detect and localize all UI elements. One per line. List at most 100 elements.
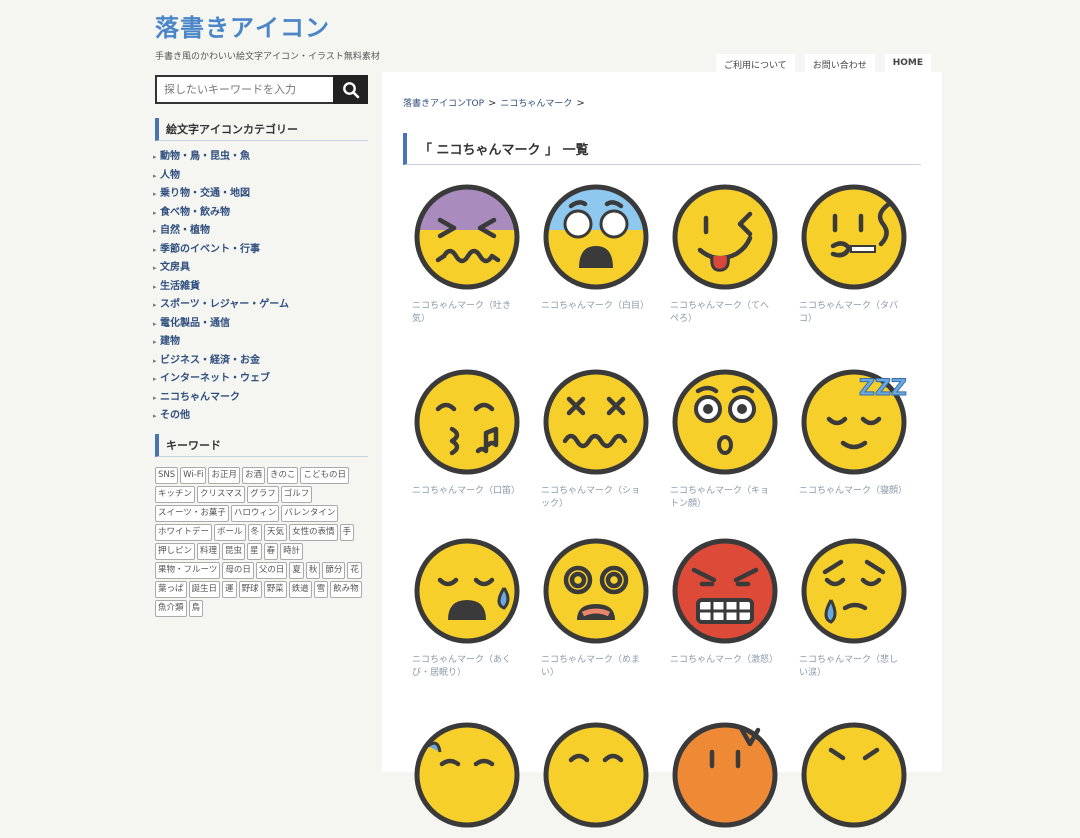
icon-card[interactable] bbox=[541, 720, 651, 838]
category-item[interactable]: ニコちゃんマーク bbox=[153, 389, 368, 408]
keyword-tag[interactable]: 魚介類 bbox=[155, 599, 187, 617]
keyword-tag[interactable]: ハロウィン bbox=[230, 504, 280, 522]
keyword-tag[interactable]: 押しピン bbox=[155, 542, 196, 560]
dizzy-face-icon[interactable] bbox=[541, 536, 651, 646]
icon-card[interactable] bbox=[799, 720, 909, 838]
furious-face-icon[interactable] bbox=[670, 536, 780, 646]
category-item[interactable]: スポーツ・レジャー・ゲーム bbox=[153, 296, 368, 315]
keyword-tag[interactable]: 昆虫 bbox=[222, 542, 246, 560]
category-item[interactable]: 人物 bbox=[153, 167, 368, 186]
crying-face-icon[interactable] bbox=[799, 536, 909, 646]
icon-card[interactable]: ニコちゃんマーク（タバコ） bbox=[799, 182, 909, 326]
keyword-tag[interactable]: 飲み物 bbox=[330, 580, 362, 598]
keyword-tag[interactable]: クリスマス bbox=[197, 485, 246, 503]
icon-card[interactable]: ニコちゃんマーク（めまい） bbox=[541, 536, 651, 680]
smiling-face-icon[interactable] bbox=[541, 720, 651, 830]
icon-card[interactable]: ニコちゃんマーク（悲しい涙） bbox=[799, 536, 909, 680]
keyword-tag[interactable]: お正月 bbox=[208, 466, 240, 484]
icon-card[interactable]: ニコちゃんマーク（激怒） bbox=[670, 536, 780, 667]
sweat-face-icon[interactable] bbox=[412, 720, 522, 830]
keyword-tag[interactable]: 時計 bbox=[280, 542, 304, 560]
category-item[interactable]: 乗り物・交通・地図 bbox=[153, 185, 368, 204]
icon-card[interactable]: ニコちゃんマーク（口笛） bbox=[412, 367, 522, 498]
keyword-tag[interactable]: お酒 bbox=[241, 466, 265, 484]
icon-card[interactable]: ZZZ ニコちゃんマーク（寝顔） bbox=[799, 367, 909, 498]
nauseated-face-icon[interactable] bbox=[412, 182, 522, 292]
whistling-face-icon[interactable] bbox=[412, 367, 522, 477]
keyword-tag[interactable]: ホワイトデー bbox=[155, 523, 213, 541]
icon-caption[interactable]: ニコちゃんマーク（吐き気） bbox=[412, 300, 517, 326]
keyword-tag[interactable]: Wi-Fi bbox=[180, 466, 207, 484]
keyword-tag[interactable]: 野菜 bbox=[263, 580, 287, 598]
breadcrumb-home-link[interactable]: 落書きアイコンTOP bbox=[403, 99, 484, 109]
search-input[interactable] bbox=[155, 75, 333, 104]
keyword-tag[interactable]: ゴルフ bbox=[280, 485, 313, 503]
fearful-face-icon[interactable] bbox=[541, 182, 651, 292]
icon-card[interactable] bbox=[670, 720, 780, 838]
keyword-tag[interactable]: 野球 bbox=[238, 580, 262, 598]
keyword-tag[interactable]: 雪 bbox=[313, 580, 329, 598]
category-item[interactable]: インターネット・ウェブ bbox=[153, 370, 368, 389]
icon-caption[interactable]: ニコちゃんマーク（寝顔） bbox=[799, 485, 907, 498]
breadcrumb-current-link[interactable]: ニコちゃんマーク bbox=[500, 99, 572, 109]
keyword-tag[interactable]: 秋 bbox=[305, 561, 321, 579]
icon-caption[interactable]: ニコちゃんマーク（激怒） bbox=[670, 654, 778, 667]
icon-card[interactable]: ニコちゃんマーク（あくび・居眠り） bbox=[412, 536, 522, 680]
keyword-tag[interactable]: 春 bbox=[263, 542, 279, 560]
icon-caption[interactable]: ニコちゃんマーク（あくび・居眠り） bbox=[412, 654, 517, 680]
sleeping-face-icon[interactable]: ZZZ bbox=[799, 367, 909, 477]
category-item[interactable]: 季節のイベント・行事 bbox=[153, 241, 368, 260]
smoking-face-icon[interactable] bbox=[799, 182, 909, 292]
keyword-tag[interactable]: 冬 bbox=[247, 523, 263, 541]
category-item[interactable]: ビジネス・経済・お金 bbox=[153, 352, 368, 371]
icon-caption[interactable]: ニコちゃんマーク（キョトン顔） bbox=[670, 485, 775, 511]
icon-card[interactable]: ニコちゃんマーク（ショック） bbox=[541, 367, 651, 511]
icon-caption[interactable]: ニコちゃんマーク（口笛） bbox=[412, 485, 520, 498]
keyword-tag[interactable]: 天気 bbox=[264, 523, 288, 541]
keyword-tag[interactable]: 節分 bbox=[322, 561, 346, 579]
squinting-face-icon[interactable] bbox=[799, 720, 909, 830]
angry-orange-face-icon[interactable] bbox=[670, 720, 780, 830]
category-item[interactable]: 動物・鳥・昆虫・魚 bbox=[153, 148, 368, 167]
keyword-tag[interactable]: キッチン bbox=[155, 485, 196, 503]
shocked-face-icon[interactable] bbox=[541, 367, 651, 477]
yawning-face-icon[interactable] bbox=[412, 536, 522, 646]
icon-card[interactable]: ニコちゃんマーク（てへぺろ） bbox=[670, 182, 780, 326]
site-logo[interactable]: 落書きアイコン bbox=[155, 8, 380, 43]
icon-caption[interactable]: ニコちゃんマーク（ショック） bbox=[541, 485, 646, 511]
keyword-tag[interactable]: 星 bbox=[247, 542, 262, 560]
keyword-tag[interactable]: 父の日 bbox=[255, 561, 288, 579]
keyword-tag[interactable]: こどもの日 bbox=[300, 466, 349, 484]
keyword-tag[interactable]: 夏 bbox=[289, 561, 304, 579]
icon-caption[interactable]: ニコちゃんマーク（白目） bbox=[541, 300, 649, 313]
keyword-tag[interactable]: 誕生日 bbox=[188, 580, 221, 598]
keyword-tag[interactable]: 鉄道 bbox=[288, 580, 312, 598]
category-item[interactable]: その他 bbox=[153, 407, 368, 426]
keyword-tag[interactable]: バレンタイン bbox=[281, 504, 339, 522]
winking-tongue-face-icon[interactable] bbox=[670, 182, 780, 292]
category-item[interactable]: 生活雑貨 bbox=[153, 278, 368, 297]
icon-caption[interactable]: ニコちゃんマーク（悲しい涙） bbox=[799, 654, 904, 680]
category-item[interactable]: 自然・植物 bbox=[153, 222, 368, 241]
icon-caption[interactable]: ニコちゃんマーク（めまい） bbox=[541, 654, 646, 680]
category-item[interactable]: 建物 bbox=[153, 333, 368, 352]
keyword-tag[interactable]: 母の日 bbox=[222, 561, 254, 579]
keyword-tag[interactable]: グラフ bbox=[247, 485, 279, 503]
keyword-tag[interactable]: 手 bbox=[339, 523, 355, 541]
category-item[interactable]: 文房具 bbox=[153, 259, 368, 278]
search-button[interactable] bbox=[333, 75, 368, 104]
icon-card[interactable] bbox=[412, 720, 522, 838]
icon-card[interactable]: ニコちゃんマーク（キョトン顔） bbox=[670, 367, 780, 511]
keyword-tag[interactable]: 葉っぱ bbox=[155, 580, 187, 598]
icon-card[interactable]: ニコちゃんマーク（吐き気） bbox=[412, 182, 522, 326]
keyword-tag[interactable]: ボール bbox=[214, 523, 246, 541]
icon-caption[interactable]: ニコちゃんマーク（てへぺろ） bbox=[670, 300, 775, 326]
keyword-tag[interactable]: 花 bbox=[347, 561, 362, 579]
keyword-tag[interactable]: SNS bbox=[155, 466, 179, 484]
blank-stare-face-icon[interactable] bbox=[670, 367, 780, 477]
keyword-tag[interactable]: きのこ bbox=[266, 466, 299, 484]
keyword-tag[interactable]: 料理 bbox=[197, 542, 221, 560]
icon-caption[interactable]: ニコちゃんマーク（タバコ） bbox=[799, 300, 904, 326]
keyword-tag[interactable]: 女性の表情 bbox=[289, 523, 338, 541]
icon-card[interactable]: ニコちゃんマーク（白目） bbox=[541, 182, 651, 313]
